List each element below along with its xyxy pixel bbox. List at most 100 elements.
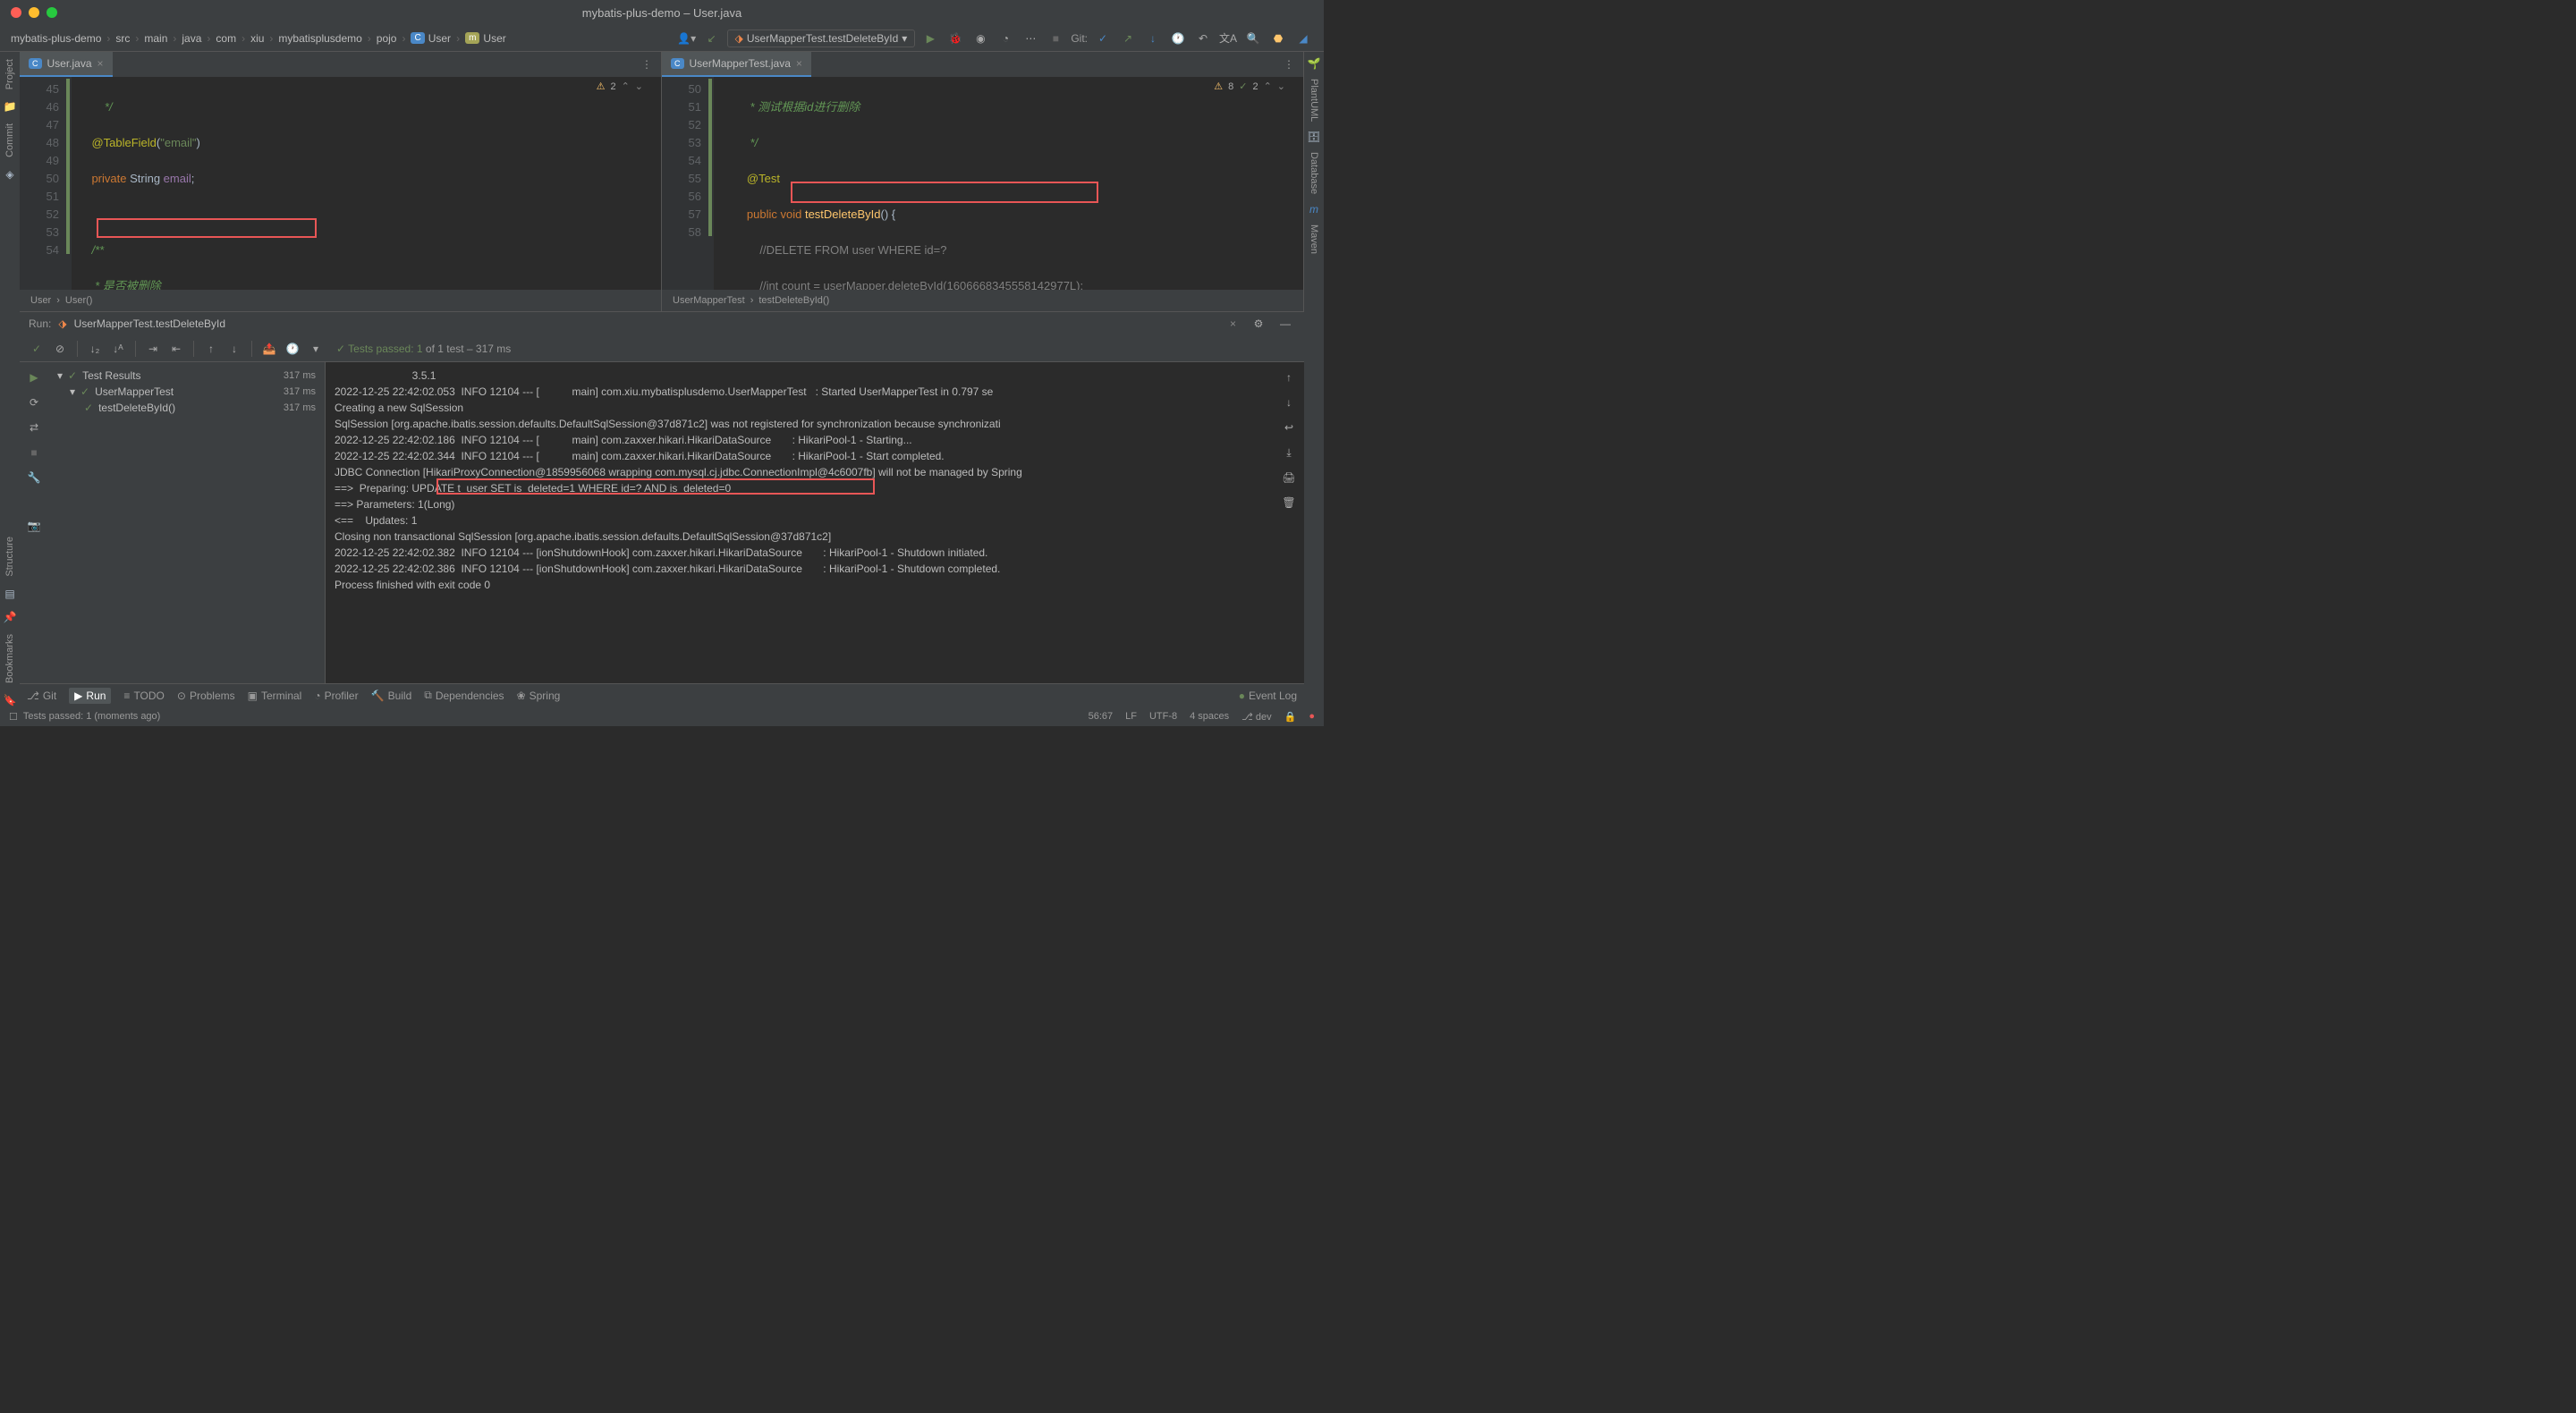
scroll-up-icon[interactable]: ↑ (1279, 368, 1299, 387)
bottom-dependencies[interactable]: ⧉ Dependencies (424, 689, 504, 702)
bottom-todo[interactable]: ≡ TODO (123, 690, 164, 702)
print-icon[interactable]: 🖨 (1279, 468, 1299, 487)
tab-overflow-icon[interactable]: ⋮ (1275, 58, 1303, 71)
tab-overflow-icon[interactable]: ⋮ (632, 58, 661, 71)
console-output[interactable]: 3.5.12022-12-25 22:42:02.053 INFO 12104 … (326, 362, 1304, 683)
editor-breadcrumb[interactable]: User›User() (20, 290, 661, 311)
structure-tab[interactable]: Structure (4, 537, 15, 577)
lock-icon[interactable]: 🔒 (1284, 711, 1297, 723)
close-tab-icon[interactable]: × (796, 57, 802, 70)
hammer-icon[interactable]: ↙ (702, 29, 722, 48)
show-passed-icon[interactable]: ✓ (27, 339, 47, 359)
git-revert-icon[interactable]: ↶ (1193, 29, 1213, 48)
close-panel-icon[interactable]: × (1230, 317, 1236, 330)
coverage-icon[interactable]: ◉ (970, 29, 990, 48)
history-icon[interactable]: 🕐 (283, 339, 302, 359)
prev-warn-icon[interactable]: ⌃ (622, 80, 630, 92)
updates-icon[interactable]: ⬣ (1268, 29, 1288, 48)
bottom-spring[interactable]: ❀ Spring (517, 690, 561, 702)
bottom-build[interactable]: 🔨 Build (371, 690, 412, 702)
bookmark-icon[interactable]: 🔖 (4, 694, 17, 706)
scroll-down-icon[interactable]: ↓ (1279, 393, 1299, 412)
git-push-icon[interactable]: ↗ (1118, 29, 1138, 48)
tab-usermappertest-java[interactable]: C UserMapperTest.java × (662, 52, 811, 77)
toggle-auto-icon[interactable]: ⇄ (24, 418, 44, 437)
profile-icon[interactable]: ◔ (996, 29, 1015, 48)
maximize-window[interactable] (47, 7, 57, 18)
show-ignored-icon[interactable]: ⊘ (50, 339, 70, 359)
prev-icon[interactable]: ↑ (201, 339, 221, 359)
user-icon[interactable]: 👤▾ (677, 29, 697, 48)
stop-icon[interactable]: ■ (1046, 29, 1065, 48)
pin-icon[interactable]: 📌 (4, 611, 17, 623)
debug-icon[interactable]: 🐞 (945, 29, 965, 48)
bottom-terminal[interactable]: ▣ Terminal (248, 690, 302, 702)
bottom-git[interactable]: ⎇ Git (27, 690, 56, 702)
maven-icon[interactable]: m (1309, 203, 1318, 216)
commit-icon[interactable]: ◈ (5, 168, 13, 181)
collapse-icon[interactable]: ⇤ (166, 339, 186, 359)
git-history-icon[interactable]: 🕐 (1168, 29, 1188, 48)
event-log[interactable]: ● Event Log (1239, 690, 1297, 702)
attach-icon[interactable]: ⋯ (1021, 29, 1040, 48)
warning-icon[interactable]: ⚠ (1214, 80, 1223, 92)
next-warn-icon[interactable]: ⌄ (1277, 80, 1285, 92)
scroll-end-icon[interactable]: ⤓ (1279, 443, 1299, 462)
run-panel-label: Run: (29, 317, 51, 330)
indent[interactable]: 4 spaces (1190, 711, 1229, 723)
git-branch[interactable]: ⎇ dev (1241, 711, 1271, 723)
clear-icon[interactable]: 🗑 (1279, 493, 1299, 512)
close-window[interactable] (11, 7, 21, 18)
project-tab[interactable]: Project (4, 59, 15, 89)
rerun-icon[interactable]: ▶ (24, 368, 44, 387)
commit-tab[interactable]: Commit (4, 123, 15, 157)
warning-icon[interactable]: ⚠ (597, 80, 606, 92)
circle-icon[interactable]: ● (1309, 711, 1315, 723)
ide-icon[interactable]: ◢ (1293, 29, 1313, 48)
minimize-window[interactable] (29, 7, 39, 18)
soft-wrap-icon[interactable]: ↩ (1279, 418, 1299, 437)
editor-body[interactable]: */ @TableField("email") private String e… (72, 77, 661, 290)
prev-warn-icon[interactable]: ⌃ (1264, 80, 1272, 92)
plantuml-icon[interactable]: 🌱 (1308, 57, 1321, 70)
ok-icon[interactable]: ✓ (1239, 80, 1247, 92)
next-icon[interactable]: ↓ (225, 339, 244, 359)
search-icon[interactable]: 🔍 (1243, 29, 1263, 48)
test-tree[interactable]: ▾✓Test Results317 ms ▾✓UserMapperTest317… (48, 362, 326, 683)
bookmarks-tab[interactable]: Bookmarks (4, 634, 15, 683)
wrench-icon[interactable]: 🔧 (24, 468, 44, 487)
run-icon[interactable]: ▶ (920, 29, 940, 48)
run-config-dropdown[interactable]: ⬗UserMapperTest.testDeleteById▾ (727, 30, 916, 47)
next-warn-icon[interactable]: ⌄ (635, 80, 643, 92)
sort-alpha-icon[interactable]: ↓ᴬ (108, 339, 128, 359)
settings-icon[interactable]: ▾ (306, 339, 326, 359)
bottom-problems[interactable]: ⊙ Problems (177, 690, 235, 702)
git-pull-icon[interactable]: ✓ (1093, 29, 1113, 48)
database-tab[interactable]: Database (1309, 152, 1319, 194)
folder-icon[interactable]: 📁 (4, 100, 17, 113)
caret-pos[interactable]: 56:67 (1089, 711, 1114, 723)
database-icon[interactable]: 🗄 (1307, 131, 1320, 143)
translate-icon[interactable]: 文A (1218, 29, 1238, 48)
tab-user-java[interactable]: C User.java × (20, 52, 113, 77)
gear-icon[interactable]: ⚙ (1249, 314, 1268, 334)
rerun-failed-icon[interactable]: ⟳ (24, 393, 44, 412)
stop-run-icon[interactable]: ■ (24, 443, 44, 462)
encoding[interactable]: UTF-8 (1149, 711, 1177, 723)
line-sep[interactable]: LF (1125, 711, 1137, 723)
editor-breadcrumb[interactable]: UserMapperTest›testDeleteById() (662, 290, 1303, 311)
minimize-panel-icon[interactable]: — (1275, 314, 1295, 334)
plantuml-tab[interactable]: PlantUML (1309, 79, 1319, 122)
expand-icon[interactable]: ⇥ (143, 339, 163, 359)
maven-tab[interactable]: Maven (1309, 224, 1319, 254)
close-tab-icon[interactable]: × (97, 57, 104, 70)
breadcrumb[interactable]: mybatis-plus-demo› src› main› java› com›… (11, 32, 506, 45)
sort-down-icon[interactable]: ↓₂ (85, 339, 105, 359)
camera-icon[interactable]: 📷 (24, 516, 44, 536)
git-update-icon[interactable]: ↓ (1143, 29, 1163, 48)
structure-icon[interactable]: ▤ (4, 588, 14, 600)
bottom-run[interactable]: ▶ Run (69, 688, 111, 704)
export-icon[interactable]: 📤 (259, 339, 279, 359)
bottom-profiler[interactable]: ◔ Profiler (314, 690, 358, 702)
editor-body[interactable]: * 测试根据id进行删除 */ @Test public void testDe… (714, 77, 1303, 290)
